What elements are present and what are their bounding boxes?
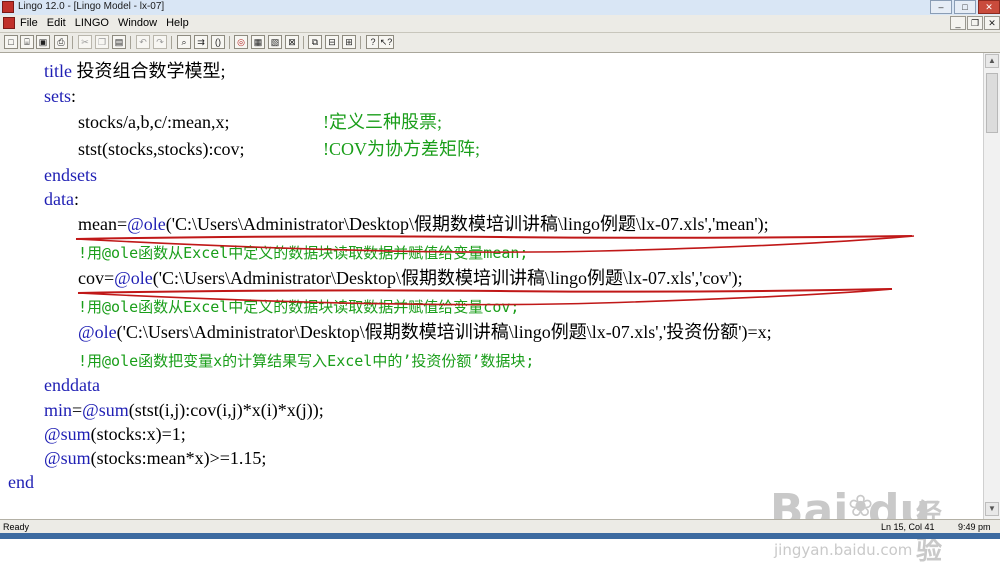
find-icon[interactable]: ⌕ [177, 35, 191, 49]
maximize-button[interactable]: □ [954, 0, 976, 14]
menu-window[interactable]: Window [118, 17, 157, 29]
toolbar-separator [72, 36, 73, 49]
scroll-thumb[interactable] [986, 73, 998, 133]
menu-lingo[interactable]: LINGO [75, 17, 109, 29]
mdi-controls: _ ❐ ✕ [949, 16, 1000, 30]
cut-icon[interactable]: ✂ [78, 35, 92, 49]
window-title: Lingo 12.0 - [Lingo Model - lx-07] [18, 1, 165, 12]
status-time: 9:49 pm [958, 522, 991, 532]
mdi-restore-button[interactable]: ❐ [967, 16, 983, 30]
model-editor[interactable]: title 投资组合数学模型; sets: stocks/a,b,c/:mean… [0, 53, 983, 566]
paste-icon[interactable]: ▤ [112, 35, 126, 49]
menu-edit[interactable]: Edit [47, 17, 66, 29]
cursor-position: Ln 15, Col 41 [881, 522, 935, 532]
toolbar-separator [229, 36, 230, 49]
toolbar: □ ⌸ ▣ ⎙ ✂ ❐ ▤ ↶ ↷ ⌕ ⇉ () ◎ ▦ ▧ ⊠ ⧉ ⊟ ⊞ ?… [0, 33, 1000, 53]
close-all-icon[interactable]: ⊟ [325, 35, 339, 49]
vertical-scrollbar[interactable]: ▲ ▼ [983, 53, 1000, 519]
open-icon[interactable]: ⌸ [20, 35, 34, 49]
taskbar [0, 533, 1000, 539]
toolbar-separator [171, 36, 172, 49]
copy-icon[interactable]: ❐ [95, 35, 109, 49]
matrix-picture-icon[interactable]: ▧ [268, 35, 282, 49]
menu-bar: File Edit LINGO Window Help _ ❐ ✕ [0, 15, 1000, 33]
find-next-icon[interactable]: ⇉ [194, 35, 208, 49]
window-controls: – □ ✕ [928, 0, 1000, 15]
undo-icon[interactable]: ↶ [136, 35, 150, 49]
solution-icon[interactable]: ▦ [251, 35, 265, 49]
mdi-minimize-button[interactable]: _ [950, 16, 966, 30]
toolbar-separator [130, 36, 131, 49]
print-icon[interactable]: ⎙ [54, 35, 68, 49]
scroll-up-icon[interactable]: ▲ [985, 54, 999, 68]
toolbar-separator [303, 36, 304, 49]
mdi-close-button[interactable]: ✕ [984, 16, 1000, 30]
lingo-app-icon[interactable] [2, 1, 14, 13]
watermark-url: jingyan.baidu.com [774, 541, 913, 559]
context-help-icon[interactable]: ↖? [378, 35, 394, 49]
tile-icon[interactable]: ⊞ [342, 35, 356, 49]
match-paren-icon[interactable]: () [211, 35, 225, 49]
document-icon[interactable] [3, 17, 15, 29]
title-bar: Lingo 12.0 - [Lingo Model - lx-07] – □ ✕ [0, 0, 1000, 16]
minimize-button[interactable]: – [930, 0, 952, 14]
status-ready: Ready [3, 522, 30, 532]
save-icon[interactable]: ▣ [36, 35, 50, 49]
scroll-down-icon[interactable]: ▼ [985, 502, 999, 516]
new-icon[interactable]: □ [4, 35, 18, 49]
options-icon[interactable]: ⊠ [285, 35, 299, 49]
menu-help[interactable]: Help [166, 17, 189, 29]
close-button[interactable]: ✕ [978, 0, 1000, 14]
menu-file[interactable]: File [20, 17, 38, 29]
status-bar: Ready Ln 15, Col 41 9:49 pm [0, 519, 1000, 534]
redo-icon[interactable]: ↷ [153, 35, 167, 49]
annotation-underlines [75, 235, 915, 306]
solve-icon[interactable]: ◎ [234, 35, 248, 49]
send-to-back-icon[interactable]: ⧉ [308, 35, 322, 49]
toolbar-separator [360, 36, 361, 49]
